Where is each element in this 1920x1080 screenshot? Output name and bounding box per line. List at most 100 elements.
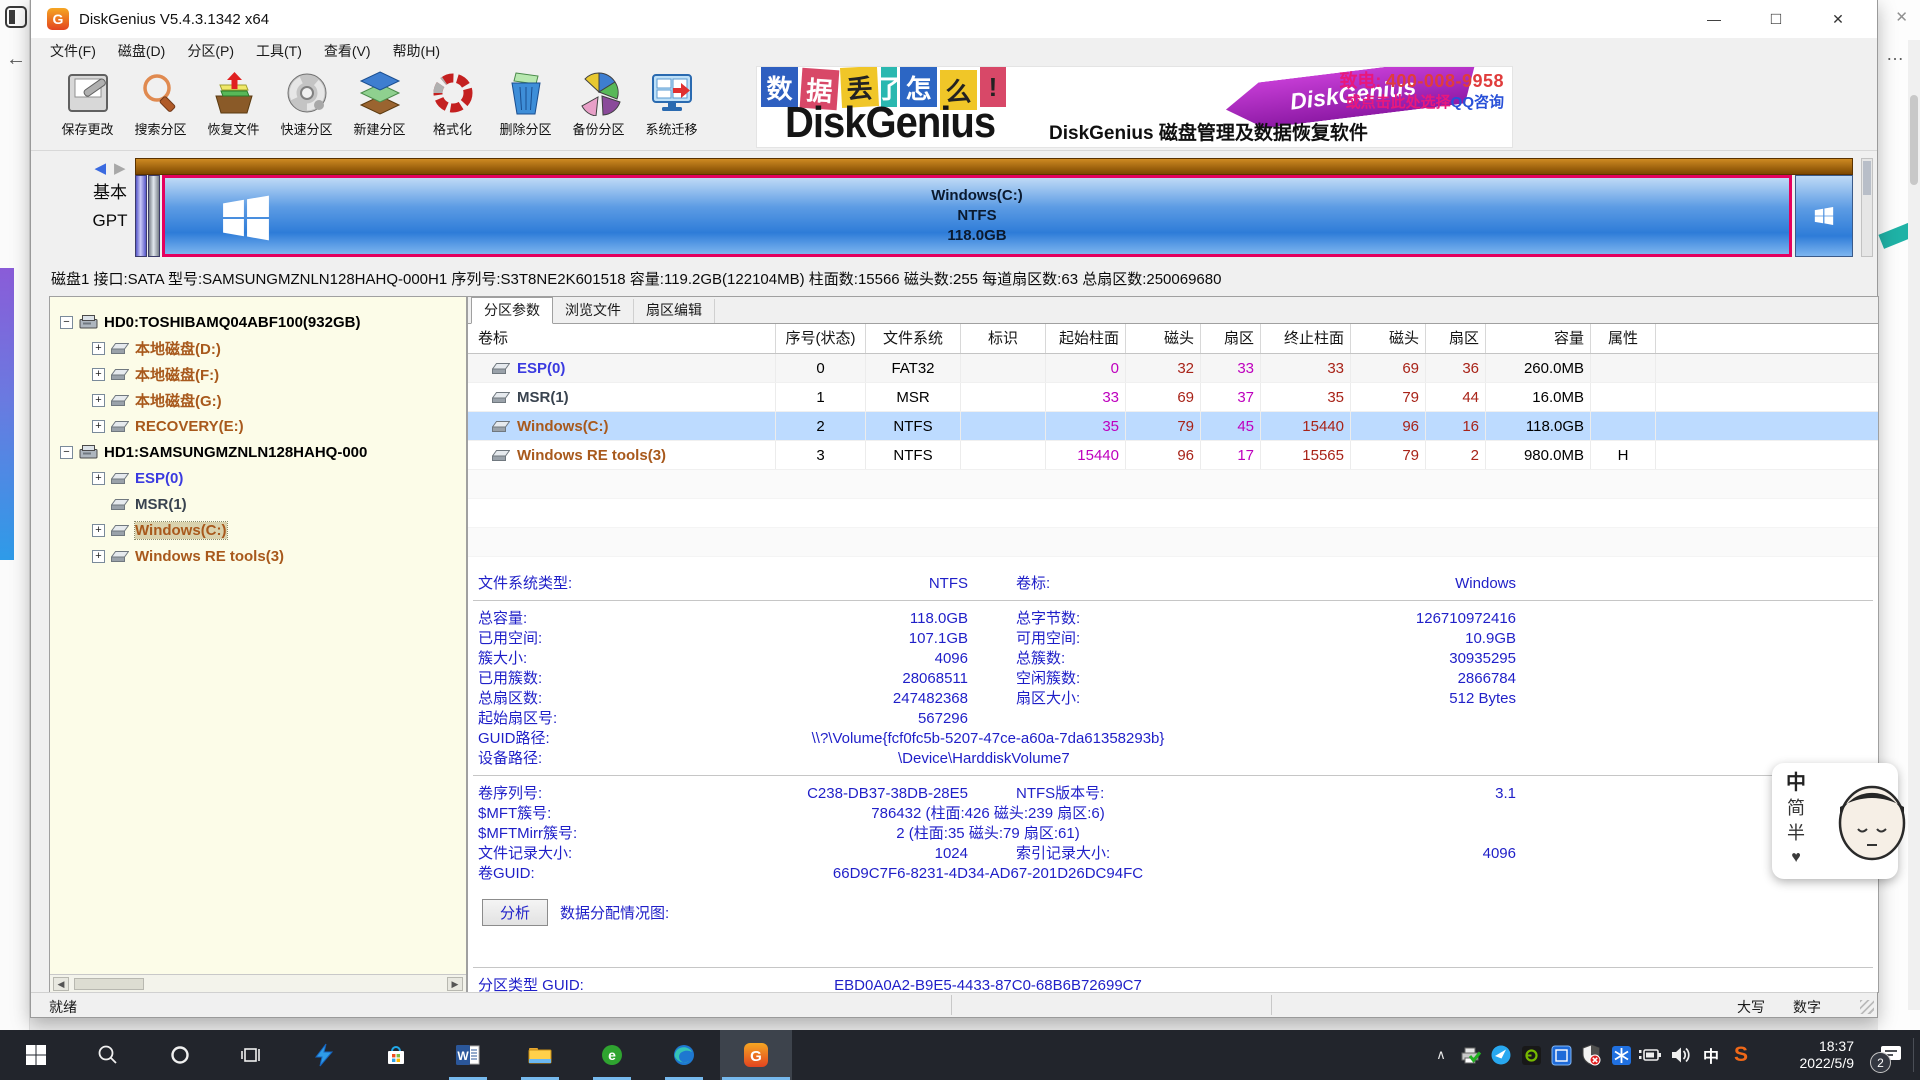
backup-partition-button[interactable]: 备份分区 [562,65,635,149]
expand-icon[interactable] [92,550,105,563]
tree-item-recovery-e[interactable]: RECOVERY(E:) [50,413,466,439]
menu-tools[interactable]: 工具(T) [245,41,313,61]
title-bar[interactable]: G DiskGenius V5.4.3.1342 x64 [31,0,1877,38]
expand-icon[interactable] [92,524,105,537]
browser-360-button[interactable]: e [576,1030,648,1080]
tree-item-msr[interactable]: MSR(1) [50,491,466,517]
table-row-windows-c-selected[interactable]: Windows(C:) 2 NTFS 35 79 45 15440 96 16 … [468,412,1878,441]
ad-qq-link[interactable]: 或点击此处选择QQ咨询 [1339,93,1504,113]
tree-item-windows-c[interactable]: Windows(C:) [50,517,466,543]
collapse-icon[interactable] [60,316,73,329]
bird-app-tray-icon[interactable] [1486,1030,1516,1080]
scrollbar-thumb[interactable] [1863,161,1871,195]
tree-item-hd1[interactable]: HD1:SAMSUNGMZNLN128HAHQ-000 [50,439,466,465]
expand-icon[interactable] [92,420,105,433]
collapse-icon[interactable] [60,446,73,459]
tray-expand-icon[interactable] [1426,1030,1456,1080]
close-button[interactable] [1807,0,1869,38]
tab-sector-edit[interactable]: 扇区编辑 [634,299,715,323]
analyze-button[interactable]: 分析 [482,899,548,926]
next-disk-icon[interactable] [106,160,126,177]
menu-help[interactable]: 帮助(H) [382,41,451,61]
system-migrate-button[interactable]: 系统迁移 [635,65,708,149]
scroll-left-icon[interactable] [53,977,69,991]
expand-icon[interactable] [92,368,105,381]
back-arrow-icon[interactable] [6,48,26,71]
table-row-msr[interactable]: MSR(1) 1 MSR 33 69 37 35 79 44 16.0MB [468,383,1878,412]
tree-item-windows-re[interactable]: Windows RE tools(3) [50,543,466,569]
recover-files-button[interactable]: 恢复文件 [197,65,270,149]
taskbar-search-button[interactable] [72,1030,144,1080]
edge-button[interactable] [648,1030,720,1080]
diskgenius-taskbar-button[interactable]: G [720,1030,792,1080]
maximize-button[interactable] [1745,0,1807,38]
ime-language-indicator[interactable]: 中 [1696,1030,1726,1080]
table-row-esp[interactable]: ESP(0) 0 FAT32 0 32 33 33 69 36 260.0MB [468,354,1878,383]
word-button[interactable]: W [432,1030,504,1080]
intel-graphics-tray-icon[interactable] [1546,1030,1576,1080]
status-numlock: 数字 [1793,997,1821,1017]
snowflake-tray-icon[interactable] [1606,1030,1636,1080]
prev-disk-icon[interactable] [94,160,106,177]
menu-disk[interactable]: 磁盘(D) [107,41,176,61]
tree-item-local-g[interactable]: 本地磁盘(G:) [50,387,466,413]
more-options-icon[interactable] [1886,44,1904,65]
tab-partition-params[interactable]: 分区参数 [471,297,553,324]
tree-item-local-d[interactable]: 本地磁盘(D:) [50,335,466,361]
partition-block-re-tools[interactable] [1795,175,1853,257]
resize-grip[interactable] [1860,1000,1874,1014]
expand-icon[interactable] [92,342,105,355]
heart-icon[interactable] [1786,846,1806,870]
ime-mode-chinese[interactable]: 中 [1786,771,1806,796]
thunder-app-button[interactable] [288,1030,360,1080]
scrollbar-thumb[interactable] [74,978,144,990]
save-changes-button[interactable]: 保存更改 [51,65,124,149]
scroll-right-icon[interactable] [447,977,463,991]
sogou-ime-panel[interactable]: 中 简 半 [1772,763,1898,879]
tree-item-esp[interactable]: ESP(0) [50,465,466,491]
sogou-tray-icon[interactable]: S [1726,1030,1756,1080]
tree-horizontal-scrollbar[interactable] [50,974,466,992]
expand-icon[interactable] [92,472,105,485]
partition-block-windows-c[interactable]: Windows(C:) NTFS 118.0GB [162,175,1792,257]
menu-view[interactable]: 查看(V) [313,41,382,61]
task-view-button[interactable] [216,1030,288,1080]
delete-partition-button[interactable]: 删除分区 [489,65,562,149]
expand-icon[interactable] [92,394,105,407]
new-partition-button[interactable]: 新建分区 [343,65,416,149]
cortana-button[interactable] [144,1030,216,1080]
scrollbar-thumb[interactable] [1910,95,1918,185]
ime-mode-simplified[interactable]: 简 [1786,796,1806,821]
disk-header-bar [135,158,1853,175]
power-battery-tray-icon[interactable] [1636,1030,1666,1080]
quick-partition-button[interactable]: 快速分区 [270,65,343,149]
menu-file[interactable]: 文件(F) [39,41,107,61]
volume-tray-icon[interactable] [1666,1030,1696,1080]
tree-item-local-f[interactable]: 本地磁盘(F:) [50,361,466,387]
file-explorer-button[interactable] [504,1030,576,1080]
partition-block-msr[interactable] [148,175,160,257]
nvidia-tray-icon[interactable] [1516,1030,1546,1080]
browser-window-icon[interactable] [5,6,27,28]
minimize-button[interactable] [1683,0,1745,38]
tree-item-label: RECOVERY(E:) [135,418,244,435]
table-row-windows-re[interactable]: Windows RE tools(3) 3 NTFS 15440 96 17 1… [468,441,1878,470]
disk-list-scrollbar[interactable] [1861,158,1873,257]
start-button[interactable] [0,1030,72,1080]
menu-partition[interactable]: 分区(P) [176,41,245,61]
printer-tray-icon[interactable] [1456,1030,1486,1080]
format-button[interactable]: 格式化 [416,65,489,149]
tab-browse-files[interactable]: 浏览文件 [553,299,634,323]
partition-block-esp[interactable] [135,175,147,257]
microsoft-store-button[interactable] [360,1030,432,1080]
volume-icon [492,363,510,374]
taskbar-clock[interactable]: 18:37 2022/5/9 [1766,1038,1854,1072]
action-center-button[interactable]: 2 [1862,1030,1920,1080]
ad-banner[interactable]: 数 据 丢 了 怎 么 ! DiskGenius DiskGenius 致电: … [756,66,1513,148]
tree-item-hd0[interactable]: HD0:TOSHIBAMQ04ABF100(932GB) [50,309,466,335]
background-close-icon[interactable] [1895,8,1908,26]
show-desktop-divider[interactable] [1913,1038,1914,1072]
security-shield-tray-icon[interactable] [1576,1030,1606,1080]
search-partition-button[interactable]: 搜索分区 [124,65,197,149]
ime-mode-halfwidth[interactable]: 半 [1786,821,1806,846]
